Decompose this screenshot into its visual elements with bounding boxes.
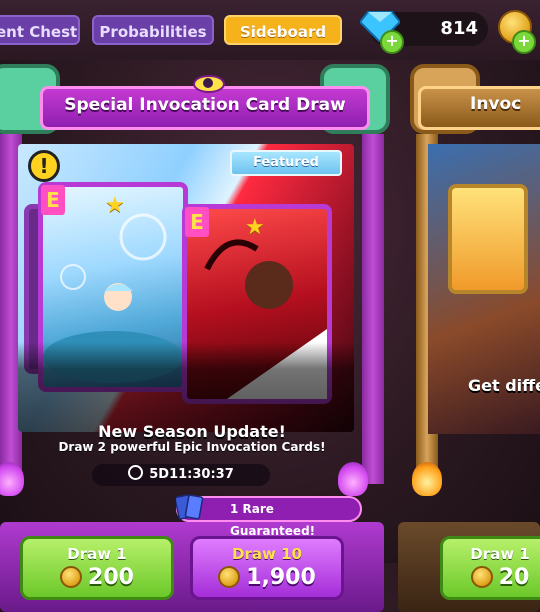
next-banner-card [448, 184, 528, 294]
top-bar: ent Chests Probabilities Sideboard + 814… [0, 0, 540, 60]
banner-title-bar: Special Invocation Card Draw [40, 75, 370, 130]
next-invocation-banner[interactable]: Invoc Get diffe Draw 1 20 [398, 64, 540, 612]
gem-count: 814 [440, 18, 478, 39]
right-torch-icon [338, 462, 368, 496]
draw-10-price: 1,900 [246, 565, 316, 590]
next-banner-subtitle: Get diffe [468, 376, 540, 395]
tab-probabilities[interactable]: Probabilities [92, 15, 214, 45]
coin-icon [60, 566, 83, 588]
banner-title: Special Invocation Card Draw [64, 95, 346, 115]
rare-guaranteed-badge: 1 Rare Guaranteed! [176, 494, 362, 538]
update-title: New Season Update! [98, 422, 286, 441]
next-banner-draw-label: Draw 1 [470, 545, 530, 563]
cards-icon [176, 494, 204, 520]
eye-ornament-icon [193, 75, 225, 93]
banner-artwork[interactable]: ! Featured E ★ E ★ [18, 144, 354, 432]
countdown-timer: 5D11:30:37 [92, 464, 270, 486]
draw-1-price-row: 200 [23, 565, 171, 590]
special-invocation-banner[interactable]: Special Invocation Card Draw ! Featured … [0, 64, 390, 612]
add-gems-button[interactable]: + [380, 30, 404, 54]
art-shade [18, 342, 354, 432]
coin-icon [218, 566, 241, 588]
next-banner-price: 20 [498, 565, 530, 590]
tab-sideboard[interactable]: Sideboard [224, 15, 342, 45]
tab-event-chests[interactable]: ent Chests [0, 15, 80, 45]
next-banner-draw-button[interactable]: Draw 1 20 [440, 536, 540, 600]
draw-10-label: Draw 10 [232, 545, 302, 563]
featured-badge: Featured [230, 150, 342, 176]
draw-10-button[interactable]: Draw 10 1,900 [190, 536, 344, 600]
update-subtitle: Draw 2 powerful Epic Invocation Cards! [58, 440, 326, 454]
next-banner-torch-icon [412, 462, 442, 496]
draw-1-label: Draw 1 [67, 545, 127, 563]
left-torch-icon [0, 462, 24, 496]
coin-icon [470, 566, 493, 588]
draw-10-price-row: 1,900 [193, 565, 341, 590]
draw-1-price: 200 [88, 565, 134, 590]
next-banner-price-row: 20 [443, 565, 540, 590]
draw-1-button[interactable]: Draw 1 200 [20, 536, 174, 600]
next-banner-title: Invoc [470, 94, 522, 114]
clock-icon [128, 465, 144, 480]
timer-value: 5D11:30:37 [149, 467, 234, 482]
add-coins-button[interactable]: + [512, 30, 536, 54]
alert-icon[interactable]: ! [28, 150, 60, 182]
